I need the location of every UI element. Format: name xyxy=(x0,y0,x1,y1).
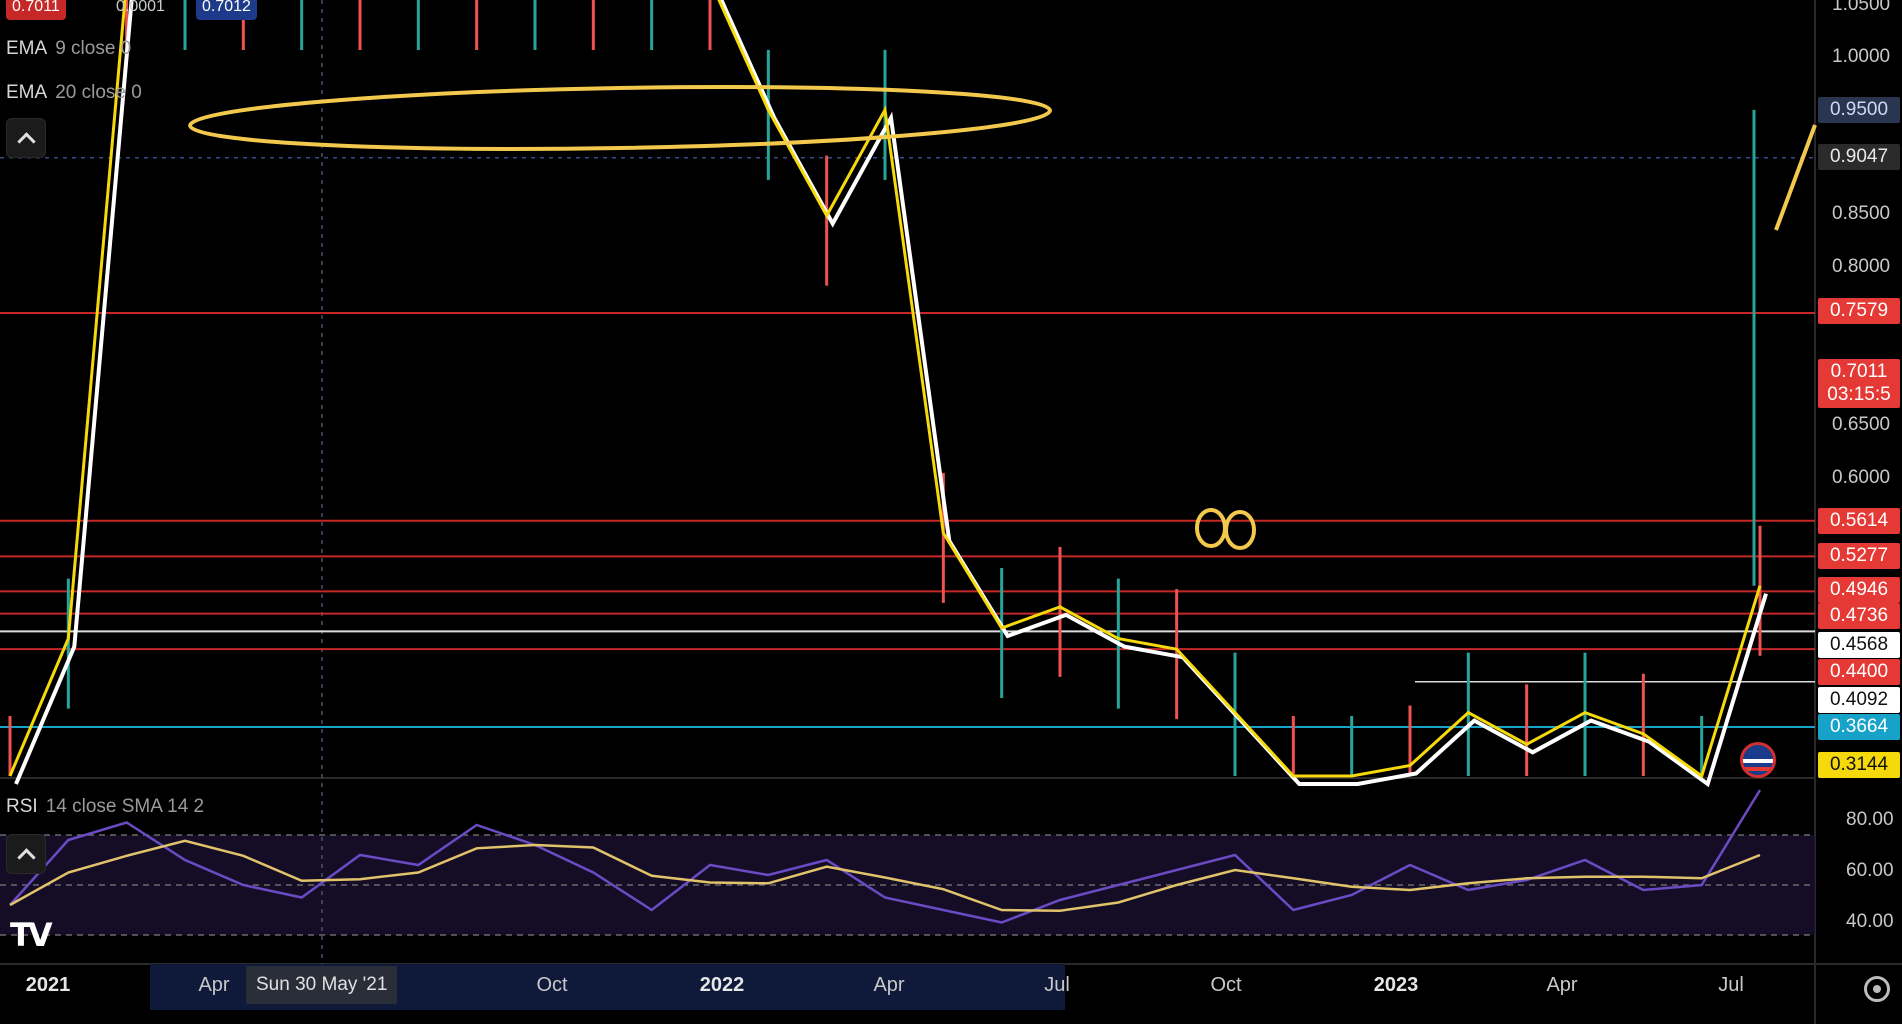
price-tick: 0.8500 xyxy=(1832,203,1891,224)
price-tag: 0.4736 xyxy=(1818,603,1900,629)
ema9-args: 9 close 0 xyxy=(55,38,132,59)
time-label: Apr xyxy=(873,974,905,996)
price-tag: 0.4946 xyxy=(1818,577,1900,603)
price-tag: 0.5277 xyxy=(1818,543,1900,569)
price-tag: 0.4400 xyxy=(1818,659,1900,685)
price-chart[interactable] xyxy=(0,0,1902,1024)
rsi-tick: 40.00 xyxy=(1846,911,1894,932)
chevron-up-icon xyxy=(16,131,36,151)
countdown-tag: 03:15:5 xyxy=(1818,382,1900,408)
ema20-name: EMA xyxy=(6,82,48,103)
ema9-line xyxy=(8,0,1762,779)
ema9-name: EMA xyxy=(6,38,48,59)
ema20-args: 20 close 0 xyxy=(55,82,142,103)
ema20-line xyxy=(14,0,1768,788)
rsi-name: RSI xyxy=(6,796,38,817)
chevron-up-icon xyxy=(16,847,36,867)
time-label: Oct xyxy=(536,974,568,996)
rsi-tick: 80.00 xyxy=(1846,809,1894,830)
price-tag: 0.3664 xyxy=(1818,714,1900,740)
top-tag-bid: 0.7011 xyxy=(6,0,66,20)
time-label: Jul xyxy=(1718,974,1744,996)
price-tick: 1.0500 xyxy=(1832,0,1891,15)
settings-gear-icon[interactable] xyxy=(1864,976,1890,1002)
annotation-ellipse xyxy=(188,85,1052,151)
ema9-legend[interactable]: EMA 9 close 0 xyxy=(6,38,131,60)
price-tag: 0.5614 xyxy=(1818,508,1900,534)
price-tick: 0.6500 xyxy=(1832,414,1891,435)
time-label: Oct xyxy=(1210,974,1242,996)
time-label: Jul xyxy=(1044,974,1070,996)
ema20-legend[interactable]: EMA 20 close 0 xyxy=(6,82,142,104)
tradingview-logo[interactable]: TV xyxy=(10,916,53,954)
time-label: 2022 xyxy=(699,974,745,996)
rsi-legend[interactable]: RSI 14 close SMA 14 2 xyxy=(6,796,204,818)
annotation-circle xyxy=(1224,510,1256,550)
collapse-legend-button[interactable] xyxy=(6,118,46,158)
time-label: 2023 xyxy=(1373,974,1419,996)
us-flag-icon[interactable] xyxy=(1740,742,1776,778)
price-tag: 0.3144 xyxy=(1818,752,1900,778)
price-tag: 0.4092 xyxy=(1818,687,1900,713)
time-label: Apr xyxy=(1546,974,1578,996)
price-tick: 0.6000 xyxy=(1832,467,1891,488)
chart-stage[interactable]: 0.7011 0.0001 0.7012 EMA 9 close 0 EMA 20 … xyxy=(0,0,1902,1024)
time-label: Apr xyxy=(198,974,230,996)
price-tick: 0.8000 xyxy=(1832,256,1891,277)
top-tag-ask: 0.7012 xyxy=(196,0,257,20)
annotation-circle xyxy=(1195,508,1227,548)
price-tag: 0.7579 xyxy=(1818,298,1900,324)
price-tag: 0.9047 xyxy=(1818,144,1900,170)
crosshair-time-label: Sun 30 May '21 xyxy=(246,966,398,1004)
price-tick: 1.0000 xyxy=(1832,46,1891,67)
time-label: 2021 xyxy=(25,974,71,996)
top-tag-spread: 0.0001 xyxy=(116,0,165,15)
price-tag: 0.9500 xyxy=(1818,97,1900,123)
annotation-stroke xyxy=(1774,124,1817,231)
collapse-rsi-legend-button[interactable] xyxy=(6,834,46,874)
rsi-tick: 60.00 xyxy=(1846,860,1894,881)
rsi-args: 14 close SMA 14 2 xyxy=(45,796,205,817)
price-tag: 0.4568 xyxy=(1818,632,1900,658)
